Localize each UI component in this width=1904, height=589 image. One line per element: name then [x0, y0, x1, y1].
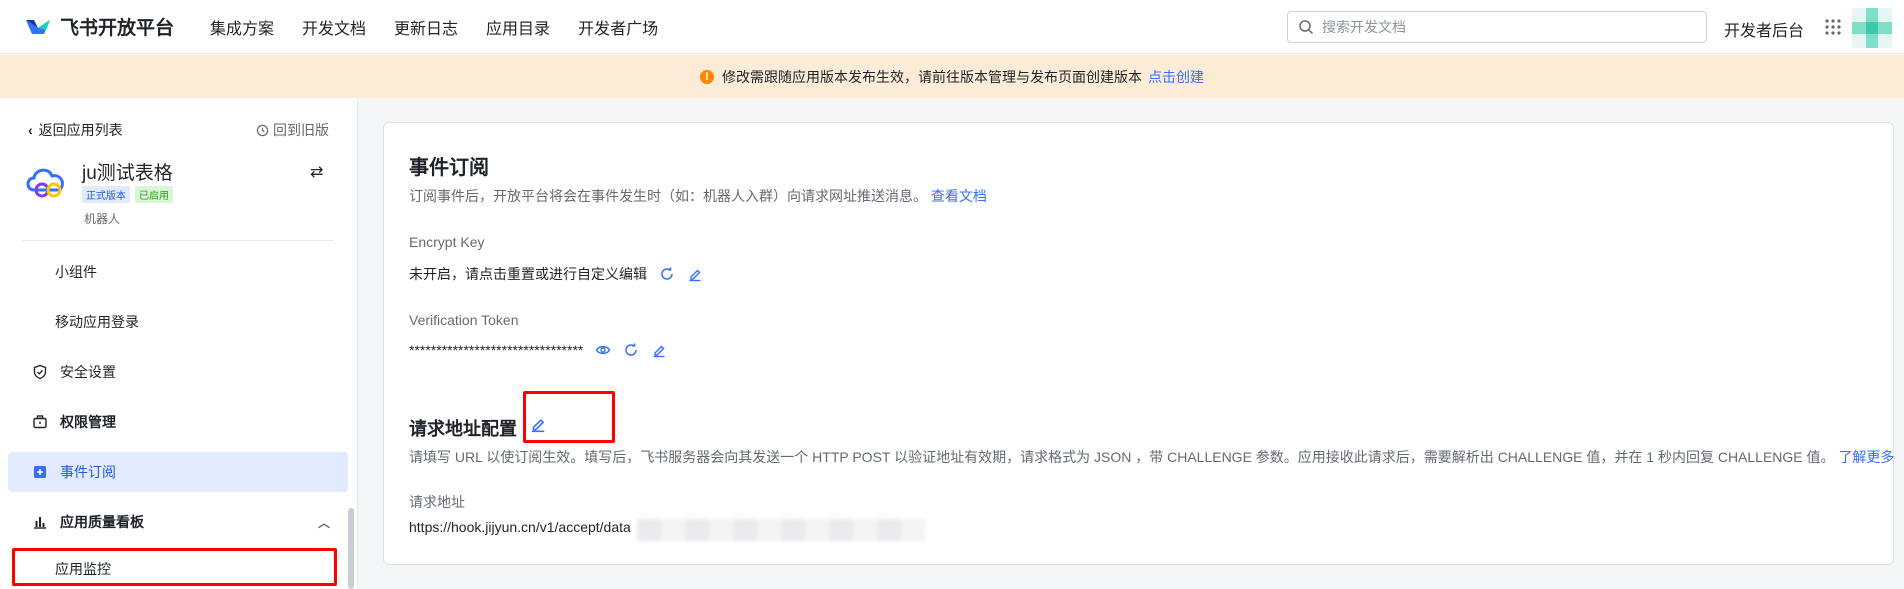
page-description: 订阅事件后，开放平台将会在事件发生时（如：机器人入群）向请求网址推送消息。 查看… — [409, 186, 987, 206]
encrypt-key-row: 未开启，请点击重置或进行自定义编辑 — [409, 264, 703, 284]
search-icon — [1299, 20, 1314, 35]
main-nav: 集成方案 开发文档 更新日志 应用目录 开发者广场 — [210, 15, 686, 39]
sidebar: ‹ 返回应用列表 回到旧版 ju测试表格 正式版本 已启用 机器人 ⇄ 小组件 … — [0, 98, 358, 589]
sidebar-item-permissions[interactable]: 权限管理 — [8, 402, 348, 442]
nav-app-directory[interactable]: 应用目录 — [486, 15, 550, 39]
back-label: 返回应用列表 — [38, 122, 123, 138]
request-url-description: 请填写 URL 以使订阅生效。填写后，飞书服务器会向其发送一个 HTTP POS… — [409, 447, 1894, 467]
sidebar-item-label: 事件订阅 — [60, 464, 116, 480]
verification-token-row: ******************************** — [409, 342, 667, 358]
nav-solutions[interactable]: 集成方案 — [210, 15, 274, 39]
sidebar-divider — [22, 240, 334, 241]
sidebar-item-app-monitor[interactable]: 应用监控 — [8, 549, 348, 589]
sidebar-item-label: 小组件 — [55, 264, 97, 280]
platform-name: 飞书开放平台 — [60, 18, 175, 39]
prod-version-badge: 正式版本 — [82, 186, 130, 203]
reset-icon[interactable] — [623, 342, 639, 358]
user-avatar[interactable] — [1852, 8, 1892, 48]
sidebar-item-event-subscription[interactable]: 事件订阅 — [8, 452, 348, 492]
platform-logo[interactable]: 飞书开放平台 — [24, 13, 210, 40]
verification-token-label: Verification Token — [409, 312, 519, 328]
eye-icon[interactable] — [595, 342, 611, 358]
request-url-label: 请求地址 — [409, 494, 465, 510]
edit-request-url-icon[interactable] — [529, 415, 547, 433]
nav-developer-square[interactable]: 开发者广场 — [578, 15, 658, 39]
sidebar-item-label: 安全设置 — [60, 364, 116, 380]
request-url-value: https://hook.jijyun.cn/v1/accept/data — [409, 519, 631, 535]
feishu-logo-icon — [26, 19, 50, 34]
sidebar-item-label: 应用监控 — [55, 561, 111, 577]
sidebar-item-mobile-login[interactable]: 移动应用登录 — [8, 302, 348, 342]
sidebar-scrollbar[interactable] — [348, 508, 354, 589]
switch-app-icon[interactable]: ⇄ — [310, 162, 323, 182]
warning-icon: ! — [700, 69, 714, 84]
sidebar-item-label: 应用质量看板 — [60, 514, 144, 530]
back-to-old-version[interactable]: 回到旧版 — [256, 120, 329, 140]
nav-docs[interactable]: 开发文档 — [302, 15, 366, 39]
search-input[interactable] — [1322, 19, 1682, 35]
nav-changelog[interactable]: 更新日志 — [394, 15, 458, 39]
sidebar-item-widget[interactable]: 小组件 — [8, 252, 348, 292]
sidebar-item-security[interactable]: 安全设置 — [8, 352, 348, 392]
developer-console-link[interactable]: 开发者后台 — [1724, 17, 1804, 41]
view-docs-link[interactable]: 查看文档 — [931, 188, 987, 204]
chevron-up-icon: ︿ — [317, 515, 330, 530]
chevron-left-icon: ‹ — [28, 122, 33, 138]
request-url-section-title: 请求地址配置 — [409, 419, 517, 439]
sidebar-item-quality-dashboard[interactable]: 应用质量看板 ︿ — [8, 502, 348, 542]
app-type: 机器人 — [84, 212, 121, 226]
apps-grid-icon[interactable] — [1824, 18, 1842, 36]
encrypt-key-label: Encrypt Key — [409, 234, 485, 250]
shield-check-icon — [33, 364, 47, 380]
history-icon — [256, 124, 269, 136]
banner-text: 修改需跟随应用版本发布生效，请前往版本管理与发布页面创建版本 — [722, 68, 1142, 85]
encrypt-key-value: 未开启，请点击重置或进行自定义编辑 — [409, 266, 647, 282]
app-cloud-logo-icon — [26, 168, 64, 198]
enabled-badge: 已启用 — [135, 186, 173, 203]
app-name: ju测试表格 — [82, 163, 173, 184]
app-info-card: ju测试表格 正式版本 已启用 机器人 — [22, 156, 334, 236]
reset-icon[interactable] — [659, 266, 675, 282]
edit-icon[interactable] — [651, 342, 667, 358]
doc-search[interactable] — [1287, 11, 1707, 43]
briefcase-icon — [33, 415, 47, 429]
sidebar-item-label: 权限管理 — [60, 414, 116, 430]
edit-icon[interactable] — [687, 266, 703, 282]
back-to-app-list[interactable]: ‹ 返回应用列表 — [28, 120, 123, 140]
event-plus-icon — [34, 466, 46, 478]
bar-chart-icon — [34, 517, 46, 529]
page-title: 事件订阅 — [409, 157, 489, 179]
redacted-url-blur — [637, 519, 925, 541]
description-text: 订阅事件后，开放平台将会在事件发生时（如：机器人入群）向请求网址推送消息。 — [409, 188, 927, 204]
old-version-label: 回到旧版 — [273, 122, 329, 138]
event-subscription-card: 事件订阅 订阅事件后，开放平台将会在事件发生时（如：机器人入群）向请求网址推送消… — [383, 122, 1894, 565]
verification-token-value: ******************************** — [409, 342, 584, 358]
create-version-link[interactable]: 点击创建 — [1148, 67, 1204, 87]
publish-notice-banner: ! 修改需跟随应用版本发布生效，请前往版本管理与发布页面创建版本 点击创建 — [0, 55, 1904, 98]
top-navigation-bar: 飞书开放平台 集成方案 开发文档 更新日志 应用目录 开发者广场 开发者后台 — [0, 0, 1904, 54]
sidebar-item-label: 移动应用登录 — [55, 314, 139, 330]
learn-more-link[interactable]: 了解更多 — [1838, 449, 1894, 465]
request-url-description-text: 请填写 URL 以使订阅生效。填写后，飞书服务器会向其发送一个 HTTP POS… — [409, 449, 1835, 465]
